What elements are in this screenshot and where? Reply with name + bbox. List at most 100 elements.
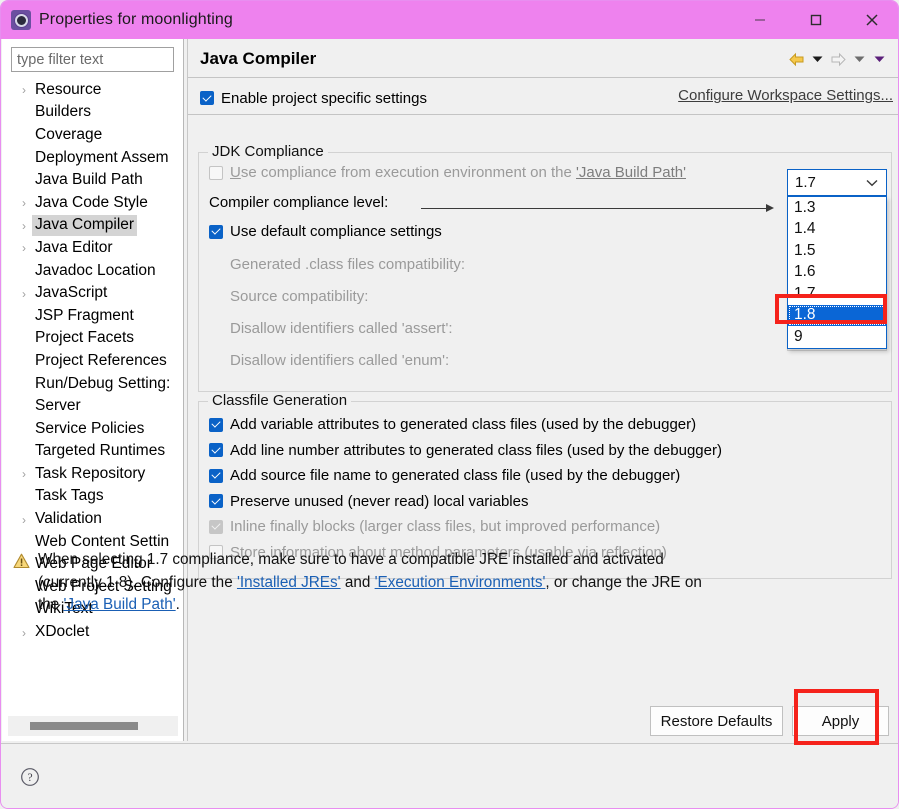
warning-triangle-icon	[13, 553, 30, 569]
forward-arrow-icon[interactable]	[827, 48, 849, 70]
sidebar-item-javadoc-location[interactable]: ›Javadoc Location	[2, 260, 183, 283]
compliance-option-1-3[interactable]: 1.3	[788, 197, 886, 219]
view-menu-dropdown-icon[interactable]	[869, 48, 889, 70]
minimize-icon[interactable]	[732, 1, 788, 39]
compliance-option-1-5[interactable]: 1.5	[788, 240, 886, 262]
sidebar-item-label: Targeted Runtimes	[35, 442, 166, 460]
apply-button[interactable]: Apply	[792, 706, 889, 736]
sidebar-item-label: Run/Debug Setting:	[35, 374, 171, 392]
compliance-option-1-4[interactable]: 1.4	[788, 219, 886, 241]
sidebar-item-label: Server	[35, 397, 81, 415]
sidebar-item-validation[interactable]: › Validation	[2, 508, 183, 531]
use-default-compliance-checkbox[interactable]	[209, 224, 223, 239]
configure-workspace-settings-link[interactable]: Configure Workspace Settings...	[678, 87, 893, 104]
title-bar: Properties for moonlighting	[1, 1, 898, 39]
compliance-option-9[interactable]: 9	[788, 326, 886, 348]
chevron-right-icon[interactable]: ›	[16, 197, 32, 209]
sidebar-item-project-references[interactable]: ›Project References	[2, 350, 183, 373]
sidebar-item-label: Coverage	[35, 125, 103, 143]
maximize-icon[interactable]	[788, 1, 844, 39]
classfile-option-label: Preserve unused (never read) local varia…	[230, 492, 529, 510]
classfile-option-checkbox[interactable]	[209, 417, 223, 432]
enable-project-specific-checkbox[interactable]	[200, 91, 214, 105]
sidebar-item-targeted-runtimes[interactable]: ›Targeted Runtimes	[2, 441, 183, 464]
sidebar-item-java-editor[interactable]: › Java Editor	[2, 237, 183, 260]
chevron-right-icon[interactable]: ›	[16, 242, 32, 254]
disallow-enum-label-row: Disallow identifiers called 'enum':	[230, 352, 449, 369]
warning-link[interactable]: 'Java Build Path'	[64, 596, 176, 613]
classfile-option-row[interactable]: Add variable attributes to generated cla…	[209, 412, 722, 438]
classfile-option-checkbox	[209, 519, 223, 534]
compiler-compliance-level-combo[interactable]: 1.7	[787, 169, 887, 196]
classfile-option-checkbox[interactable]	[209, 494, 223, 509]
sidebar-item-server[interactable]: ›Server	[2, 395, 183, 418]
sidebar-item-label: Resource	[35, 80, 102, 98]
dialog-button-bar: ? Apply and Close Cancel	[2, 744, 898, 808]
compliance-option-1-8[interactable]: 1.8	[788, 304, 886, 326]
sidebar-item-task-repository[interactable]: › Task Repository	[2, 463, 183, 486]
classfile-option-row[interactable]: Add line number attributes to generated …	[209, 438, 722, 464]
close-icon[interactable]	[844, 1, 898, 39]
sidebar-item-javascript[interactable]: › JavaScript	[2, 282, 183, 305]
sidebar-item-java-code-style[interactable]: › Java Code Style	[2, 192, 183, 215]
compiler-compliance-level-dropdown-list[interactable]: 1.3 1.4 1.5 1.6 1.7 1.8 9	[787, 196, 887, 349]
compiler-compliance-level-label: Compiler compliance level:	[209, 194, 389, 211]
panel-divider	[183, 39, 184, 741]
restore-defaults-button[interactable]: Restore Defaults	[650, 706, 783, 736]
disallow-assert-label: Disallow identifiers called 'assert':	[230, 320, 453, 337]
back-dropdown-icon[interactable]	[807, 48, 827, 70]
sidebar-item-label: JavaScript	[35, 284, 108, 302]
sidebar-item-label: Project References	[35, 351, 167, 369]
classfile-option-checkbox[interactable]	[209, 468, 223, 483]
warning-text-segment: .	[175, 596, 180, 613]
warning-link[interactable]: 'Installed JREs'	[237, 574, 341, 591]
sidebar-item-coverage[interactable]: ›Coverage	[2, 124, 183, 147]
warning-link[interactable]: 'Execution Environments'	[375, 574, 546, 591]
chevron-right-icon[interactable]: ›	[16, 220, 32, 232]
use-execution-environment-row[interactable]: Use compliance from execution environmen…	[209, 164, 686, 181]
classfile-option-checkbox[interactable]	[209, 443, 223, 458]
chevron-down-icon[interactable]	[866, 174, 878, 192]
forward-dropdown-icon[interactable]	[849, 48, 869, 70]
sidebar-item-task-tags[interactable]: ›Task Tags	[2, 486, 183, 509]
sidebar-item-jsp-fragment[interactable]: ›JSP Fragment	[2, 305, 183, 328]
chevron-right-icon[interactable]: ›	[16, 514, 32, 526]
sidebar-item-resource[interactable]: › Resource	[2, 79, 183, 102]
help-icon[interactable]: ?	[19, 766, 41, 788]
sidebar-item-label: Java Editor	[35, 238, 113, 256]
settings-tree[interactable]: ›Resource›Builders›Coverage›Deployment A…	[2, 79, 183, 719]
scrollbar-thumb[interactable]	[30, 722, 138, 730]
sidebar-item-deployment-assem[interactable]: ›Deployment Assem	[2, 147, 183, 170]
chevron-right-icon[interactable]: ›	[16, 84, 32, 96]
classfile-option-label: Add source file name to generated class …	[230, 467, 681, 485]
sidebar-item-project-facets[interactable]: ›Project Facets	[2, 328, 183, 351]
java-compiler-page: Java Compiler Enable project specific se…	[188, 39, 898, 741]
sidebar-item-xdoclet[interactable]: › XDoclet	[2, 621, 183, 644]
sidebar-item-java-build-path[interactable]: ›Java Build Path	[2, 169, 183, 192]
compliance-option-1-6[interactable]: 1.6	[788, 262, 886, 284]
compliance-option-1-7[interactable]: 1.7	[788, 283, 886, 305]
search-input[interactable]	[11, 47, 174, 72]
use-execution-environment-label-text: se compliance from execution environment…	[240, 164, 577, 181]
chevron-right-icon[interactable]: ›	[16, 288, 32, 300]
classfile-generation-legend: Classfile Generation	[208, 392, 352, 409]
chevron-right-icon[interactable]: ›	[16, 627, 32, 639]
sidebar-item-service-policies[interactable]: ›Service Policies	[2, 418, 183, 441]
tree-horizontal-scrollbar[interactable]	[8, 716, 178, 736]
sidebar-item-label: Java Code Style	[35, 193, 148, 211]
classfile-option-row[interactable]: Add source file name to generated class …	[209, 463, 722, 489]
source-compatibility-label: Source compatibility:	[230, 288, 369, 305]
use-default-compliance-row[interactable]: Use default compliance settings	[209, 223, 442, 240]
java-build-path-link-1[interactable]: 'Java Build Path'	[576, 164, 686, 181]
chevron-right-icon[interactable]: ›	[16, 468, 32, 480]
classfile-option-label: Add variable attributes to generated cla…	[230, 416, 697, 434]
sidebar-item-label: Java Build Path	[35, 171, 143, 189]
filter-field-wrapper	[11, 47, 174, 72]
settings-tree-panel: ›Resource›Builders›Coverage›Deployment A…	[2, 39, 183, 741]
classfile-option-row[interactable]: Preserve unused (never read) local varia…	[209, 489, 722, 515]
sidebar-item-java-compiler[interactable]: › Java Compiler	[2, 215, 183, 238]
back-arrow-icon[interactable]	[785, 48, 807, 70]
sidebar-item-run-debug-setting[interactable]: ›Run/Debug Setting:	[2, 373, 183, 396]
sidebar-item-builders[interactable]: ›Builders	[2, 102, 183, 125]
enable-project-specific-label: Enable project specific settings	[221, 89, 427, 107]
